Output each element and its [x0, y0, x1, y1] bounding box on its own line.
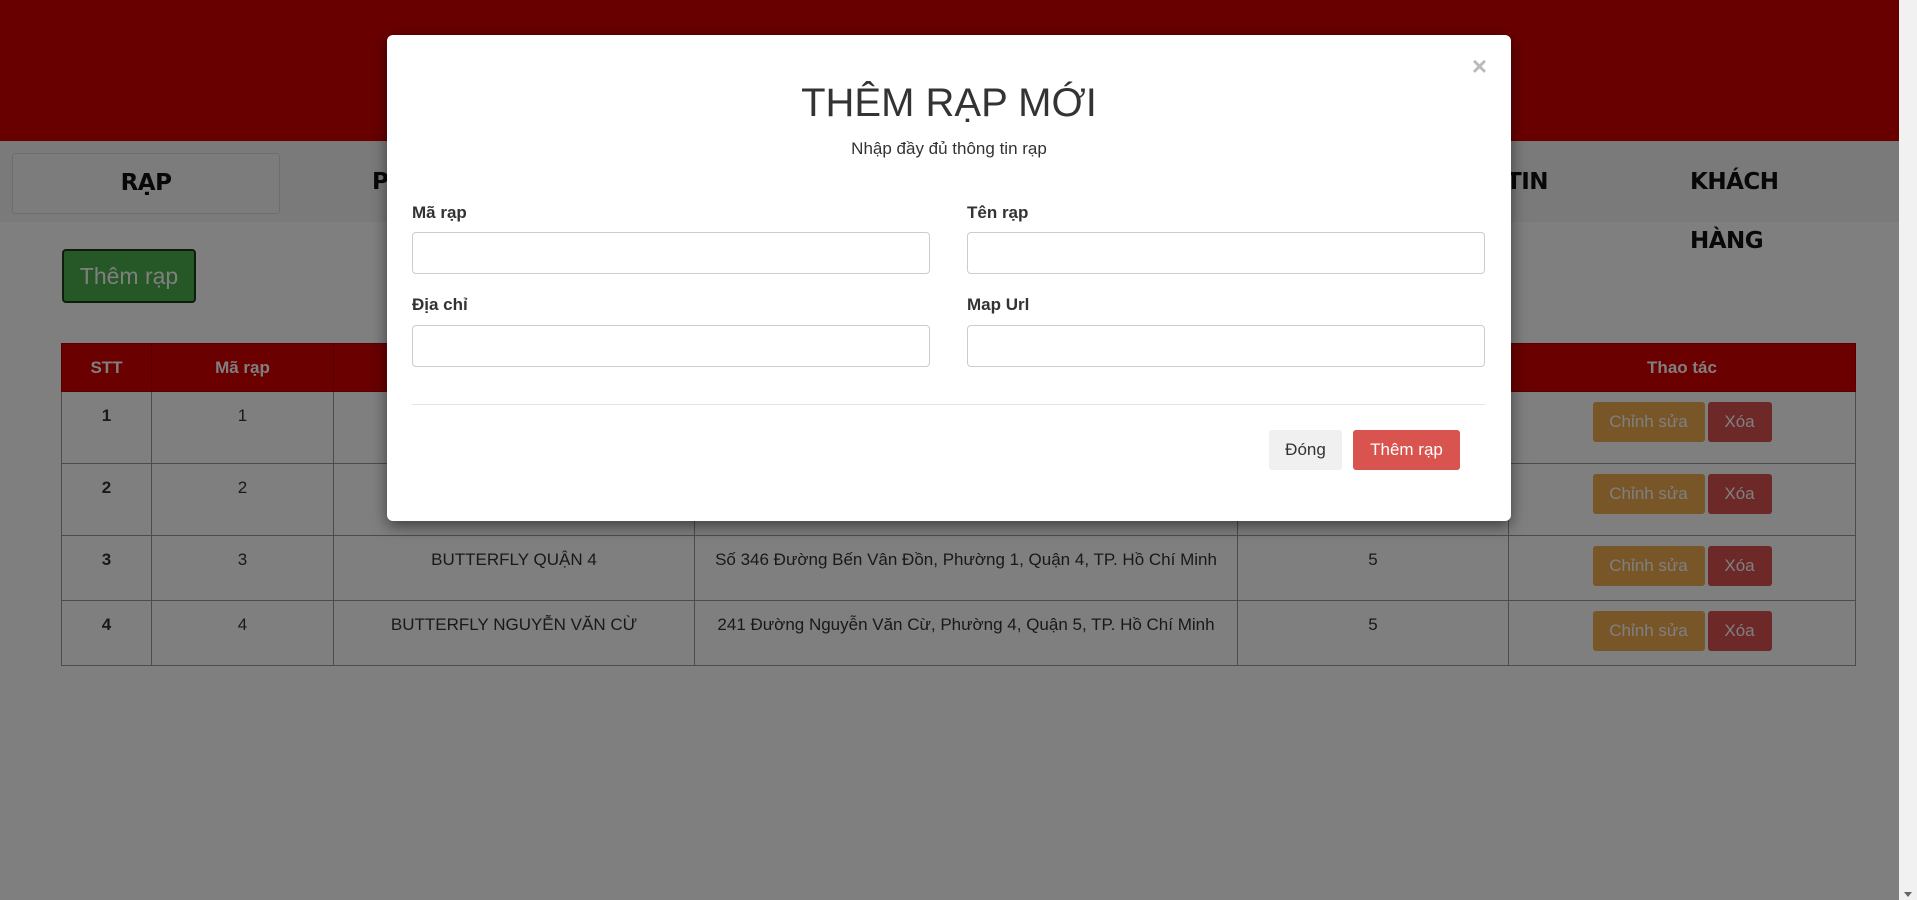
submit-add-theater-button[interactable]: Thêm rạp: [1353, 430, 1460, 470]
map-url-label: Map Url: [967, 295, 1030, 314]
modal-title: THÊM RẠP MỚI: [801, 81, 1097, 125]
dia-chi-input[interactable]: [412, 325, 930, 367]
close-icon[interactable]: ×: [1472, 53, 1487, 79]
close-button[interactable]: Đóng: [1269, 430, 1342, 470]
vertical-scrollbar[interactable]: [1899, 0, 1917, 900]
map-url-input[interactable]: [967, 325, 1485, 367]
modal-divider: [412, 404, 1485, 405]
scroll-down-arrow-icon[interactable]: [1904, 892, 1912, 897]
modal-subtitle: Nhập đầy đủ thông tin rạp: [851, 139, 1047, 158]
ma-rap-label: Mã rạp: [412, 203, 467, 222]
add-theater-modal: × THÊM RẠP MỚI Nhập đầy đủ thông tin rạp…: [387, 35, 1511, 521]
dia-chi-label: Địa chỉ: [412, 295, 468, 314]
ten-rap-label: Tên rạp: [967, 203, 1029, 222]
ma-rap-input[interactable]: [412, 232, 930, 274]
ten-rap-input[interactable]: [967, 232, 1485, 274]
